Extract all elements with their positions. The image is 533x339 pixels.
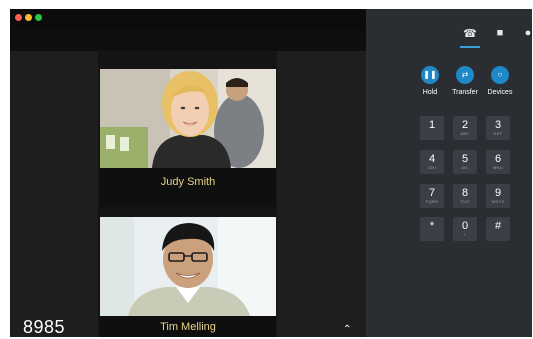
hold-label: Hold	[422, 89, 438, 96]
zoom-window-button[interactable]	[35, 14, 42, 21]
keypad-key-9[interactable]: 9 WXYZ	[486, 184, 510, 208]
key-letters: DEF	[493, 131, 503, 136]
keypad-key-7[interactable]: 7 PQRS	[420, 184, 444, 208]
devices-button[interactable]: ○ Devices	[480, 66, 520, 96]
keypad-key-5[interactable]: 5 JKL	[453, 150, 477, 174]
dialer-tab-bar: ☎ ■ ●	[366, 23, 532, 51]
keypad-key-hash[interactable]: #	[486, 217, 510, 241]
participant-tile[interactable]: Judy Smith	[100, 69, 276, 207]
transfer-label: Transfer	[452, 89, 478, 96]
key-digit: 7	[428, 187, 436, 199]
stage-left-panel	[10, 51, 98, 337]
key-digit: 6	[494, 153, 502, 165]
participant-name: Judy Smith	[160, 176, 216, 188]
keypad-key-star[interactable]: *	[420, 217, 444, 241]
hold-button[interactable]: ❚❚ Hold	[410, 66, 450, 96]
key-letters: WXYZ	[491, 199, 505, 204]
stage-top-bar	[10, 29, 366, 51]
participant-tile[interactable]: Tim Melling	[100, 217, 276, 337]
participant-name: Tim Melling	[160, 321, 216, 333]
keypad-key-3[interactable]: 3 DEF	[486, 116, 510, 140]
transfer-icon: ⇄	[456, 66, 474, 84]
keypad-key-6[interactable]: 6 MNO	[486, 150, 510, 174]
chevron-up-icon[interactable]: ⌃	[343, 324, 351, 335]
devices-icon: ○	[491, 66, 509, 84]
key-letters: PQRS	[425, 199, 439, 204]
title-bar	[10, 9, 366, 29]
minimize-window-button[interactable]	[25, 14, 32, 21]
keypad-key-8[interactable]: 8 TUV	[453, 184, 477, 208]
video-stage: Judy Smith Tim Melling 8985 ⌃	[10, 29, 366, 337]
key-letters: +	[463, 232, 467, 237]
key-letters: ABC	[460, 131, 470, 136]
key-digit: 2	[461, 119, 469, 131]
key-letters: GHI	[427, 165, 436, 170]
stage-right-panel	[277, 51, 366, 337]
active-tab-indicator	[460, 46, 480, 48]
key-digit: 8	[461, 187, 469, 199]
devices-label: Devices	[487, 89, 513, 96]
keypad-key-0[interactable]: 0 +	[453, 217, 477, 241]
key-letters: JKL	[461, 165, 469, 170]
key-digit: 4	[428, 153, 436, 165]
transfer-button[interactable]: ⇄ Transfer	[445, 66, 485, 96]
app-window: Judy Smith Tim Melling 8985 ⌃ ☎ ■ ● ❚❚ H…	[10, 9, 532, 337]
dialer-panel: ☎ ■ ● ❚❚ Hold ⇄ Transfer ○ Devices 1 2 A…	[366, 9, 532, 337]
participant-video	[100, 217, 276, 316]
key-digit: 0	[461, 220, 469, 232]
close-window-button[interactable]	[15, 14, 22, 21]
keypad-key-2[interactable]: 2 ABC	[453, 116, 477, 140]
chat-icon[interactable]: ■	[488, 27, 512, 45]
key-digit: 1	[428, 119, 436, 131]
phone-icon[interactable]: ☎	[458, 27, 482, 45]
key-digit: 5	[461, 153, 469, 165]
contacts-icon[interactable]: ●	[516, 27, 532, 45]
key-digit: *	[429, 220, 435, 232]
extension-number: 8985	[23, 317, 66, 337]
key-letters: MNO	[492, 165, 504, 170]
key-digit: #	[494, 220, 502, 232]
participant-video	[100, 69, 276, 168]
keypad-key-4[interactable]: 4 GHI	[420, 150, 444, 174]
keypad-key-1[interactable]: 1	[420, 116, 444, 140]
key-letters: TUV	[460, 199, 470, 204]
key-digit: 9	[494, 187, 502, 199]
key-digit: 3	[494, 119, 502, 131]
pause-icon: ❚❚	[421, 66, 439, 84]
